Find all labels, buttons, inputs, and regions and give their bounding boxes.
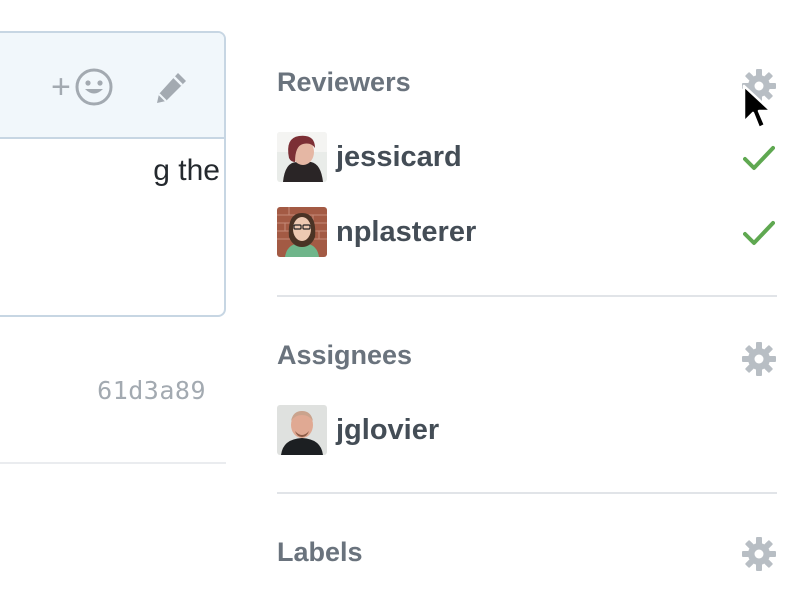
assignees-title: Assignees: [277, 340, 413, 370]
section-divider: [277, 492, 777, 494]
timeline-divider: [0, 462, 226, 464]
commit-sha-link[interactable]: 61d3a89: [40, 376, 206, 405]
reviewer-login[interactable]: jessicard: [336, 140, 462, 174]
reviewer-login[interactable]: nplasterer: [336, 215, 476, 249]
labels-title: Labels: [277, 537, 363, 567]
check-icon: [743, 221, 775, 245]
gear-icon: [742, 69, 776, 103]
pencil-icon: [157, 73, 186, 103]
reviewers-title: Reviewers: [277, 67, 411, 97]
labels-settings-button[interactable]: [741, 536, 777, 572]
gear-icon: [742, 342, 776, 376]
reviewer-item[interactable]: nplasterer: [277, 207, 777, 259]
assignees-settings-button[interactable]: [741, 341, 777, 377]
gear-icon: [742, 537, 776, 571]
reviewer-item[interactable]: jessicard: [277, 132, 777, 184]
add-reaction-button[interactable]: +: [51, 67, 113, 107]
section-divider: [277, 295, 777, 297]
check-icon: [743, 146, 775, 170]
comment-body-text: g the: [153, 154, 220, 187]
assignee-item[interactable]: jglovier: [277, 405, 777, 457]
avatar[interactable]: [277, 132, 327, 182]
pull-request-page: + g the 61d3a89 Reviewers jessicard npla…: [0, 0, 800, 600]
plus-icon: +: [51, 68, 71, 106]
assignee-login[interactable]: jglovier: [336, 413, 439, 447]
avatar[interactable]: [277, 207, 327, 257]
reviewers-settings-button[interactable]: [741, 68, 777, 104]
avatar[interactable]: [277, 405, 327, 455]
smiley-icon: [75, 68, 113, 106]
edit-comment-button[interactable]: [152, 69, 190, 107]
comment-header: +: [0, 33, 224, 139]
discussion-sidebar: Reviewers jessicard nplasterer Assignees…: [277, 0, 777, 600]
